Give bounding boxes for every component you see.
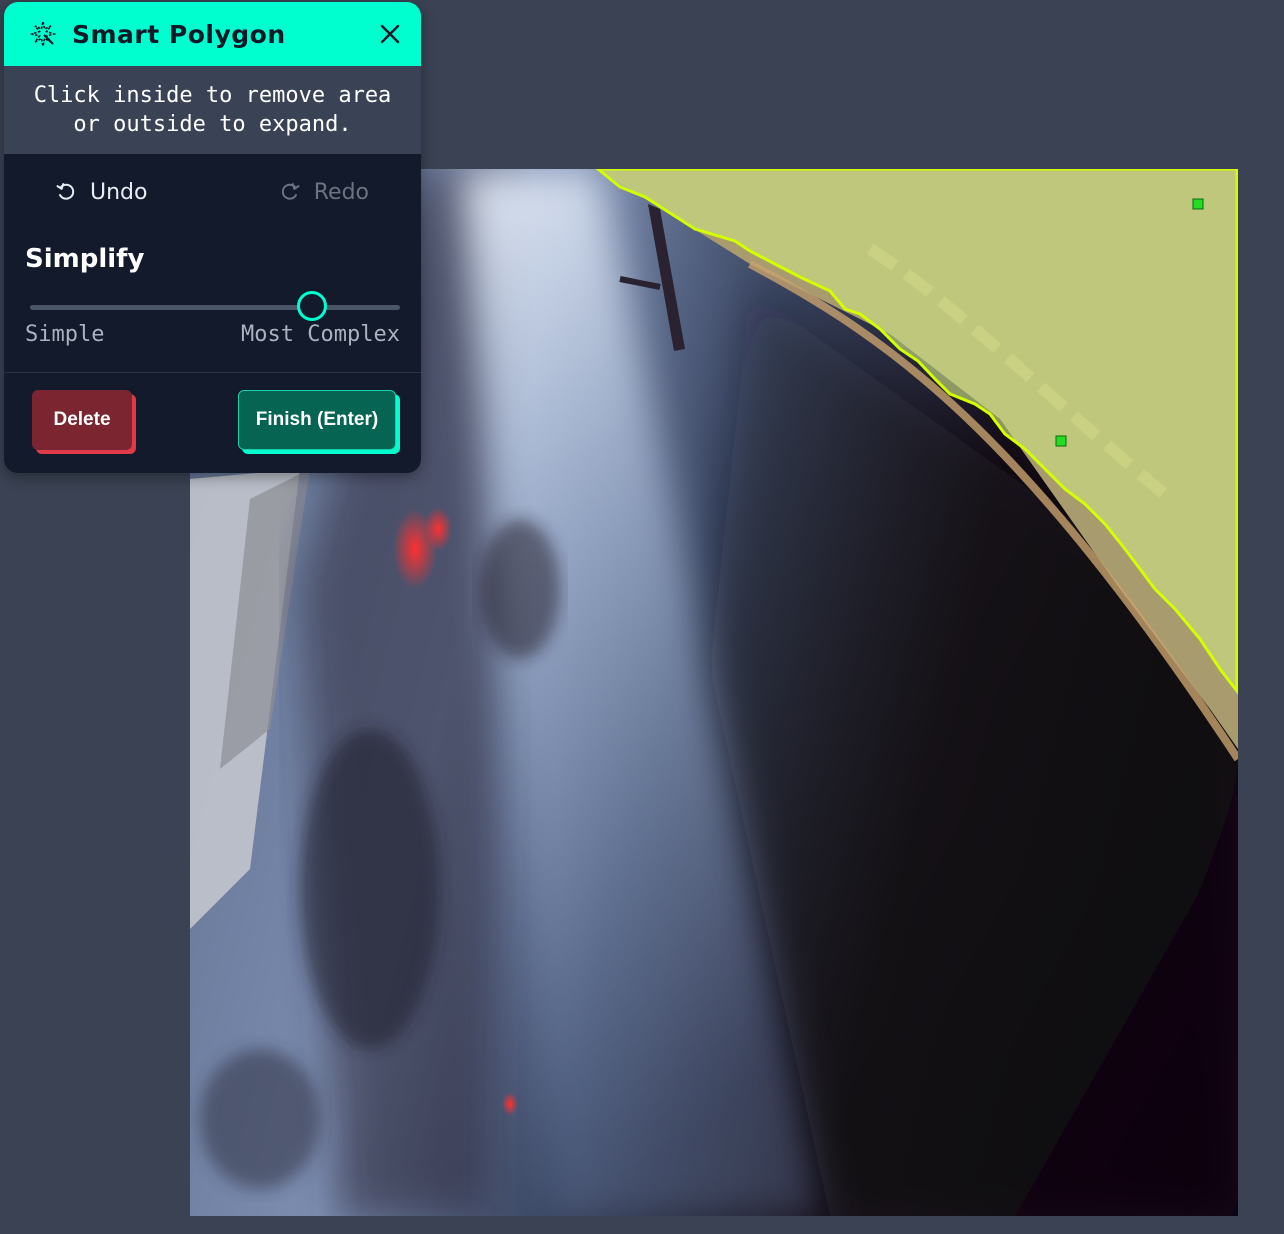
polygon-vertex-handle[interactable] (1192, 198, 1204, 210)
slider-labels: Simple Most Complex (25, 322, 400, 347)
simplify-section: Simplify Simple Most Complex (4, 230, 421, 373)
history-controls: Undo Redo (4, 154, 421, 230)
close-icon (380, 24, 400, 44)
undo-icon (56, 182, 76, 202)
finish-button[interactable]: Finish (Enter) (238, 390, 396, 450)
redo-icon (280, 182, 300, 202)
simplify-title: Simplify (25, 244, 145, 274)
panel-header: Smart Polygon (4, 2, 421, 66)
polygon-vertex-handle[interactable] (1055, 435, 1067, 447)
slider-track[interactable] (30, 305, 400, 310)
redo-label: Redo (313, 179, 369, 205)
slider-min-label: Simple (25, 322, 105, 347)
close-button[interactable] (375, 19, 405, 49)
magic-wand-sparkle-icon (30, 21, 56, 47)
slider-max-label: Most Complex (241, 322, 400, 347)
redo-button[interactable]: Redo (280, 180, 369, 205)
simplify-slider[interactable] (25, 288, 400, 324)
annotation-canvas[interactable]: Smart Polygon Click inside to remove are… (0, 0, 1284, 1234)
undo-button[interactable]: Undo (56, 180, 147, 205)
panel-title: Smart Polygon (72, 19, 286, 49)
panel-actions: Delete Finish (Enter) (4, 373, 421, 467)
delete-button[interactable]: Delete (32, 390, 132, 450)
slider-thumb[interactable] (296, 291, 327, 321)
smart-polygon-panel: Smart Polygon Click inside to remove are… (4, 2, 421, 473)
undo-label: Undo (90, 179, 148, 205)
instructions-text: Click inside to remove area or outside t… (4, 66, 421, 154)
